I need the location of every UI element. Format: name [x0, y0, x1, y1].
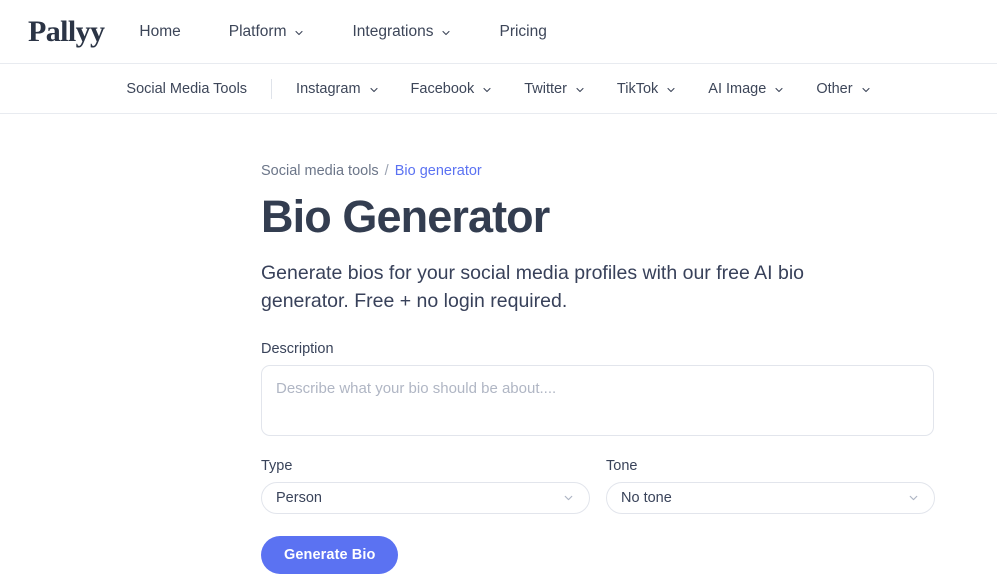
nav-item-integrations[interactable]: Integrations [328, 17, 475, 47]
nav-item-home[interactable]: Home [139, 17, 204, 47]
description-input[interactable] [261, 365, 934, 437]
subnav-item-tiktok[interactable]: TikTok [601, 75, 692, 103]
breadcrumb-item-social-media-tools[interactable]: Social media tools [261, 163, 379, 179]
subnav-item-ai-image[interactable]: AI Image [692, 75, 800, 103]
breadcrumb: Social media tools / Bio generator [261, 163, 997, 179]
nav-item-label: Platform [228, 22, 287, 40]
subnav-item-twitter[interactable]: Twitter [508, 75, 601, 103]
chevron-down-icon [293, 27, 304, 38]
subnav-item-label: Instagram [296, 80, 361, 97]
bio-generator-form: Description Type Person Tone No tone [261, 341, 997, 575]
secondary-nav-list: Social Media Tools Instagram Facebook Twitt… [110, 75, 886, 103]
page-content: Social media tools / Bio generator Bio G… [0, 114, 997, 575]
brand-logo[interactable]: Pallyy [28, 16, 105, 47]
nav-item-platform[interactable]: Platform [205, 17, 329, 47]
subnav-divider [271, 78, 273, 99]
chevron-down-icon [481, 84, 492, 95]
subnav-item-label: AI Image [708, 80, 767, 97]
chevron-down-icon [368, 84, 379, 95]
subnav-item-label: Social Media Tools [126, 80, 248, 97]
page-title: Bio Generator [261, 191, 550, 242]
subnav-item-label: Facebook [410, 80, 475, 97]
tone-field-group: Tone No tone [606, 458, 935, 515]
subnav-item-social-media-tools[interactable]: Social Media Tools [110, 75, 263, 103]
subnav-item-label: TikTok [616, 80, 659, 97]
tone-select[interactable]: No tone [606, 482, 935, 515]
subnav-item-label: Other [816, 80, 853, 97]
nav-item-pricing[interactable]: Pricing [475, 17, 570, 47]
chevron-down-icon [773, 84, 784, 95]
nav-item-label: Home [139, 22, 181, 40]
subnav-item-label: Twitter [524, 80, 567, 97]
nav-item-label: Pricing [499, 22, 547, 40]
page-description: Generate bios for your social media prof… [261, 261, 805, 312]
breadcrumb-item-bio-generator[interactable]: Bio generator [395, 163, 482, 179]
description-label: Description [261, 341, 334, 358]
type-select[interactable]: Person [261, 482, 590, 515]
type-select-wrapper: Person [261, 482, 590, 515]
top-navigation-bar: Pallyy Home Platform Integrations Pricing [0, 0, 997, 64]
type-field-group: Type Person [261, 458, 590, 515]
primary-nav: Home Platform Integrations Pricing [139, 17, 570, 47]
chevron-down-icon [665, 84, 676, 95]
secondary-navigation-bar: Social Media Tools Instagram Facebook Twitt… [0, 64, 997, 114]
tone-select-wrapper: No tone [606, 482, 935, 515]
chevron-down-icon [440, 27, 451, 38]
type-label: Type [261, 458, 293, 475]
subnav-item-facebook[interactable]: Facebook [395, 75, 509, 103]
tone-label: Tone [606, 458, 638, 475]
breadcrumb-separator: / [384, 163, 389, 179]
generate-bio-button[interactable]: Generate Bio [261, 536, 399, 575]
subnav-item-other[interactable]: Other [800, 75, 886, 103]
chevron-down-icon [574, 84, 585, 95]
subnav-item-instagram[interactable]: Instagram [280, 75, 394, 103]
nav-item-label: Integrations [352, 22, 434, 40]
chevron-down-icon [860, 84, 871, 95]
select-row: Type Person Tone No tone [261, 458, 997, 515]
